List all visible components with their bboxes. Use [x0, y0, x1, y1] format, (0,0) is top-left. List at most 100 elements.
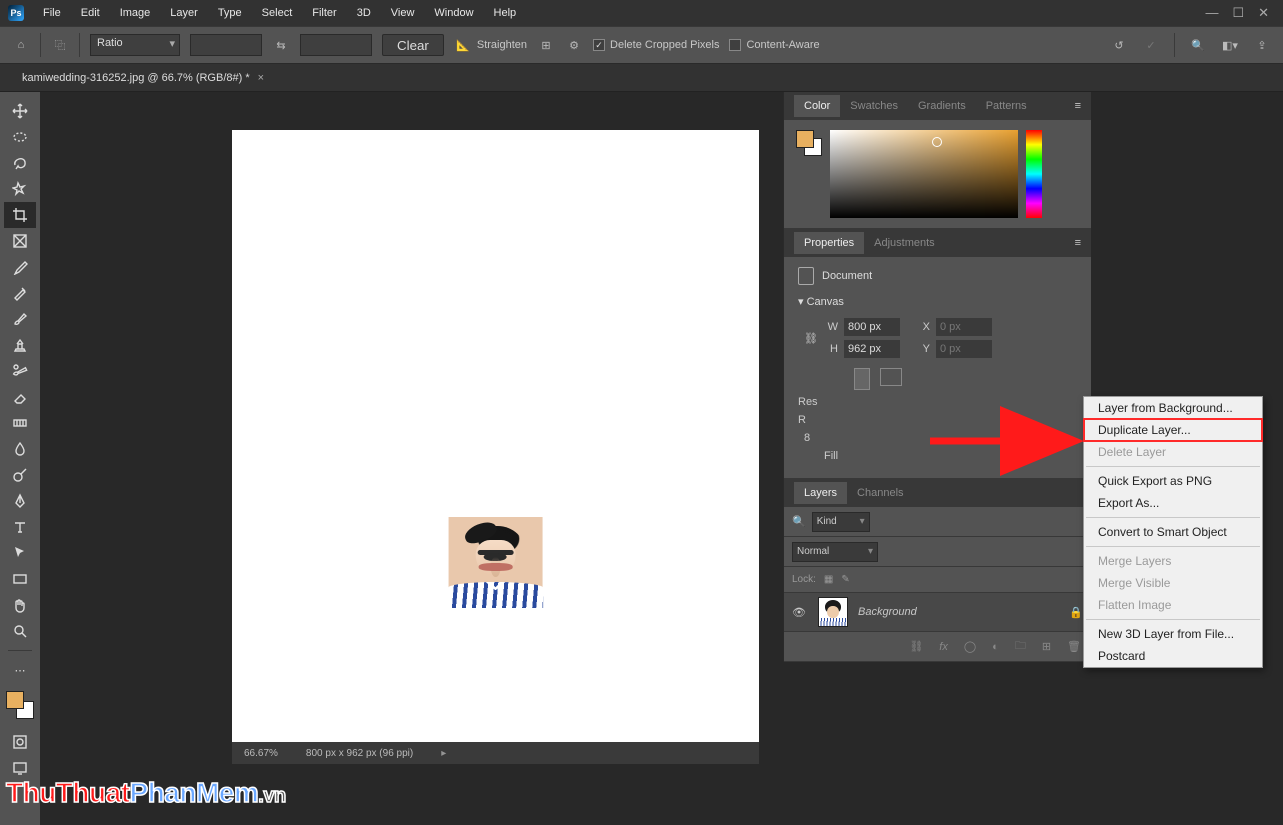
- edit-toolbar-icon[interactable]: ⋯: [4, 657, 36, 683]
- clear-button[interactable]: Clear: [382, 34, 444, 56]
- layer-row-background[interactable]: 👁 Background 🔒: [784, 593, 1091, 631]
- healing-brush-tool[interactable]: [4, 280, 36, 306]
- width-input[interactable]: [844, 318, 900, 336]
- layer-thumbnail[interactable]: [818, 597, 848, 627]
- close-icon[interactable]: ✕: [1258, 5, 1269, 21]
- menu-select[interactable]: Select: [253, 4, 302, 22]
- eyedropper-tool[interactable]: [4, 254, 36, 280]
- landscape-orientation-button[interactable]: [880, 368, 902, 386]
- context-menu-item[interactable]: Postcard: [1084, 645, 1262, 667]
- color-picker-field[interactable]: [830, 130, 1018, 218]
- clone-stamp-tool[interactable]: [4, 332, 36, 358]
- document-tab[interactable]: kamiwedding-316252.jpg @ 66.7% (RGB/8#) …: [14, 68, 272, 88]
- gradient-tool[interactable]: [4, 410, 36, 436]
- delete-cropped-checkbox[interactable]: ✓: [593, 39, 605, 51]
- crop-height-input[interactable]: [300, 34, 372, 56]
- layer-mask-icon[interactable]: ◯: [964, 640, 976, 653]
- zoom-tool[interactable]: [4, 618, 36, 644]
- lock-brush-icon[interactable]: ✎: [841, 574, 849, 585]
- history-brush-tool[interactable]: [4, 358, 36, 384]
- lasso-tool[interactable]: [4, 150, 36, 176]
- link-layers-icon[interactable]: ⛓: [909, 640, 923, 653]
- quick-selection-tool[interactable]: [4, 176, 36, 202]
- layer-kind-filter[interactable]: Kind: [812, 512, 870, 532]
- tab-adjustments[interactable]: Adjustments: [864, 232, 945, 254]
- delete-layer-icon[interactable]: 🗑: [1067, 640, 1081, 653]
- search-icon[interactable]: 🔍: [1189, 36, 1207, 54]
- menu-help[interactable]: Help: [485, 4, 526, 22]
- menu-layer[interactable]: Layer: [161, 4, 207, 22]
- zoom-level[interactable]: 66.67%: [244, 748, 278, 759]
- path-selection-tool[interactable]: [4, 540, 36, 566]
- blend-mode-select[interactable]: Normal: [792, 542, 878, 562]
- menu-view[interactable]: View: [382, 4, 424, 22]
- panel-menu-icon[interactable]: ≡: [1075, 100, 1081, 112]
- crop-options-gear-icon[interactable]: ⚙: [565, 36, 583, 54]
- share-icon[interactable]: ⇪: [1253, 36, 1271, 54]
- group-icon[interactable]: 🗀: [1015, 637, 1026, 656]
- tab-channels[interactable]: Channels: [847, 482, 913, 504]
- context-menu-item[interactable]: Duplicate Layer...: [1084, 419, 1262, 441]
- layer-fx-icon[interactable]: fx: [939, 641, 948, 653]
- marquee-tool[interactable]: [4, 124, 36, 150]
- foreground-color-swatch[interactable]: [6, 691, 24, 709]
- crop-width-input[interactable]: [190, 34, 262, 56]
- straighten-icon[interactable]: 📐: [454, 36, 472, 54]
- workspace-icon[interactable]: ◧▾: [1221, 36, 1239, 54]
- crop-tool-indicator-icon[interactable]: ⿻: [51, 36, 69, 54]
- tab-color[interactable]: Color: [794, 95, 840, 117]
- foreground-background-colors[interactable]: [6, 691, 34, 719]
- panel-menu-icon[interactable]: ≡: [1075, 237, 1081, 249]
- adjustment-layer-icon[interactable]: ◐: [992, 641, 999, 653]
- type-tool[interactable]: [4, 514, 36, 540]
- frame-tool[interactable]: [4, 228, 36, 254]
- crop-tool[interactable]: [4, 202, 36, 228]
- menu-image[interactable]: Image: [111, 4, 160, 22]
- lock-pixels-icon[interactable]: ▦: [824, 574, 833, 585]
- menu-3d[interactable]: 3D: [348, 4, 380, 22]
- portrait-orientation-button[interactable]: [854, 368, 870, 390]
- tab-patterns[interactable]: Patterns: [976, 95, 1037, 117]
- hand-tool[interactable]: [4, 592, 36, 618]
- context-menu-item[interactable]: Quick Export as PNG: [1084, 470, 1262, 492]
- canvas-section-toggle[interactable]: ▾ Canvas: [798, 295, 1077, 308]
- height-input[interactable]: [844, 340, 900, 358]
- eraser-tool[interactable]: [4, 384, 36, 410]
- tab-gradients[interactable]: Gradients: [908, 95, 976, 117]
- move-tool[interactable]: [4, 98, 36, 124]
- menu-type[interactable]: Type: [209, 4, 251, 22]
- quick-mask-icon[interactable]: [4, 729, 36, 755]
- layer-lock-icon[interactable]: 🔒: [1069, 606, 1083, 619]
- brush-tool[interactable]: [4, 306, 36, 332]
- reset-icon[interactable]: ↺: [1110, 36, 1128, 54]
- menu-edit[interactable]: Edit: [72, 4, 109, 22]
- pen-tool[interactable]: [4, 488, 36, 514]
- layer-name[interactable]: Background: [858, 606, 917, 618]
- context-menu-item[interactable]: New 3D Layer from File...: [1084, 623, 1262, 645]
- rectangle-tool[interactable]: [4, 566, 36, 592]
- home-icon[interactable]: ⌂: [12, 36, 30, 54]
- blur-tool[interactable]: [4, 436, 36, 462]
- swap-dimensions-icon[interactable]: ⇆: [272, 36, 290, 54]
- layer-visibility-icon[interactable]: 👁: [792, 606, 808, 619]
- menu-file[interactable]: File: [34, 4, 70, 22]
- hue-slider[interactable]: [1026, 130, 1042, 218]
- link-dimensions-icon[interactable]: ⛓: [804, 332, 820, 345]
- tab-swatches[interactable]: Swatches: [840, 95, 908, 117]
- context-menu-item[interactable]: Export As...: [1084, 492, 1262, 514]
- document-tab-close-icon[interactable]: ×: [258, 72, 264, 84]
- tab-properties[interactable]: Properties: [794, 232, 864, 254]
- aspect-ratio-select[interactable]: Ratio: [90, 34, 180, 56]
- new-layer-icon[interactable]: ⊞: [1042, 640, 1051, 653]
- dodge-tool[interactable]: [4, 462, 36, 488]
- context-menu-item[interactable]: Convert to Smart Object: [1084, 521, 1262, 543]
- maximize-icon[interactable]: ☐: [1232, 5, 1244, 21]
- menu-window[interactable]: Window: [425, 4, 482, 22]
- content-aware-checkbox[interactable]: [729, 39, 741, 51]
- overlay-grid-icon[interactable]: ⊞: [537, 36, 555, 54]
- tab-layers[interactable]: Layers: [794, 482, 847, 504]
- context-menu-item[interactable]: Layer from Background...: [1084, 397, 1262, 419]
- color-fg-bg-swatches[interactable]: [796, 130, 822, 156]
- layer-filter-search-icon[interactable]: 🔍: [792, 515, 806, 528]
- menu-filter[interactable]: Filter: [303, 4, 345, 22]
